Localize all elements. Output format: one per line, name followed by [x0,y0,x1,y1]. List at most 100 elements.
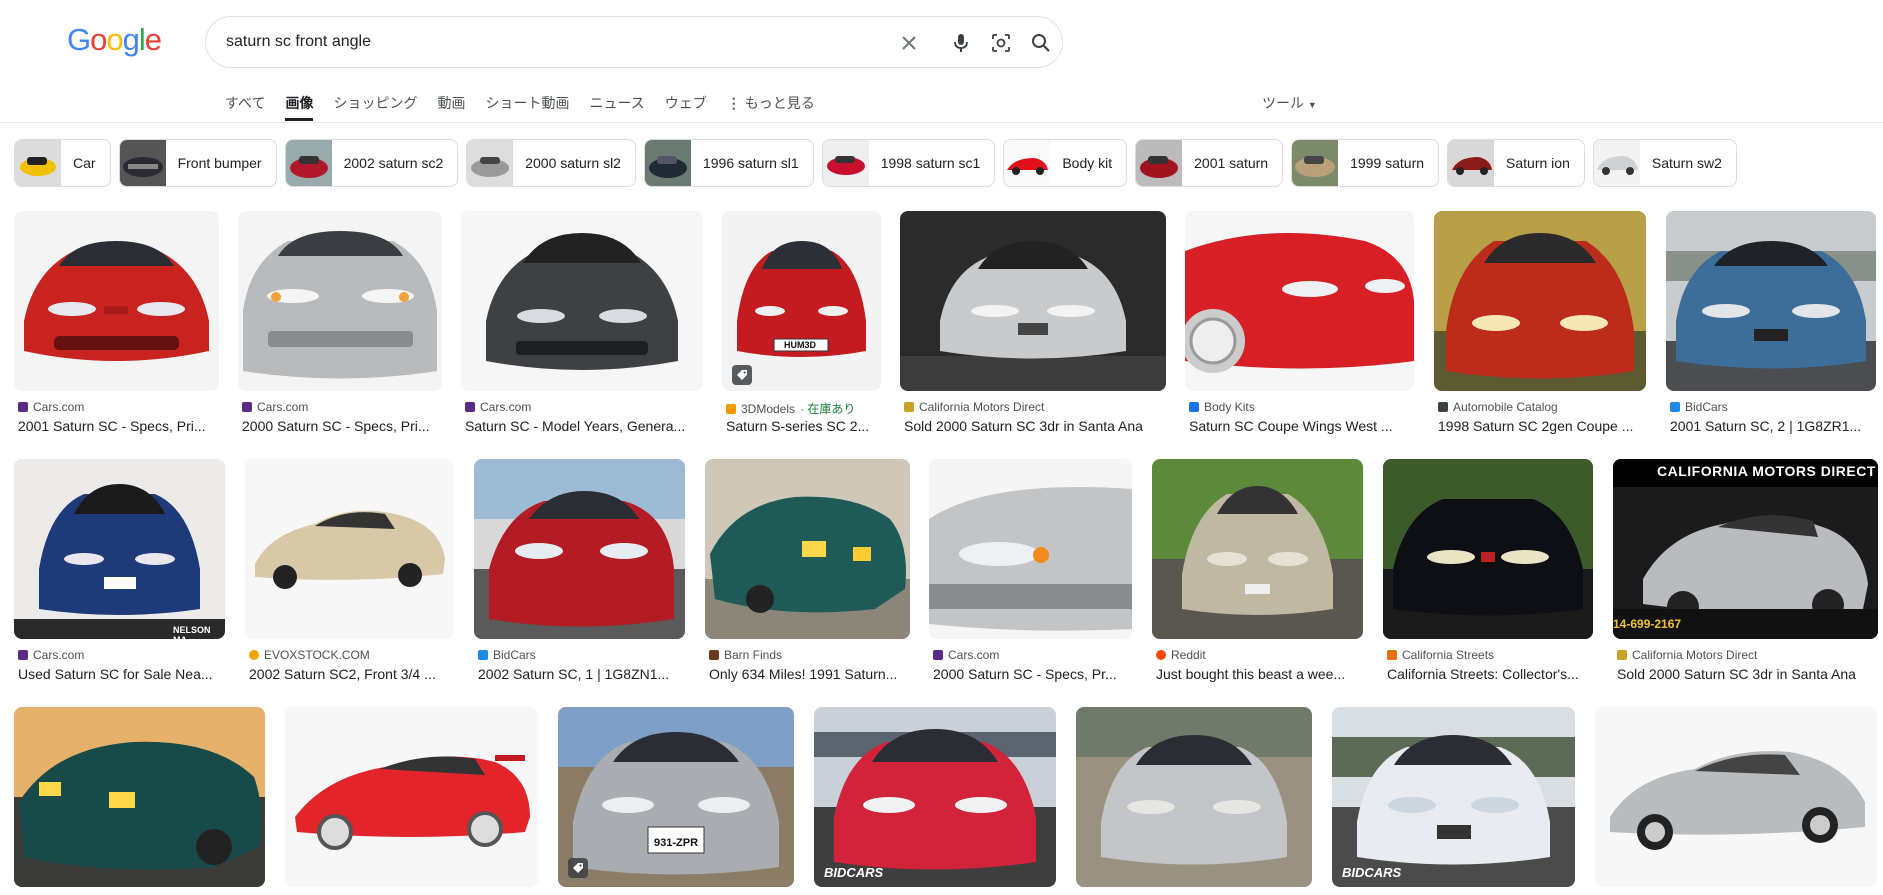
search-icon[interactable] [1028,30,1054,56]
result-title[interactable]: 2000 Saturn SC - Specs, Pr... [933,666,1132,682]
result-image [1613,459,1878,639]
result-source[interactable]: California Motors Direct [904,400,1044,414]
image-result[interactable]: NELSON MA Cars.com Used Saturn SC for Sa… [14,459,225,684]
image-result[interactable]: Cars.com 2001 Saturn SC - Specs, Pri... [14,211,219,436]
chip[interactable]: Body kit [1003,139,1128,187]
image-result[interactable]: Automobile Catalog 1998 Saturn SC 2gen C… [1434,211,1646,436]
tab-images[interactable]: 画像 [285,91,314,121]
result-source[interactable]: Cars.com [18,648,84,662]
image-result[interactable]: BidCars 2002 Saturn SC, 1 | 1G8ZN1... [474,459,685,684]
result-source[interactable]: California Motors Direct [1617,648,1757,662]
more-vert-icon: ⋮ [726,95,741,111]
chip[interactable]: 1999 saturn [1291,139,1440,187]
chip-thumbnail [1004,140,1051,186]
favicon-icon [465,402,475,412]
image-result[interactable]: California Streets California Streets: C… [1383,459,1593,684]
result-source[interactable]: BidCars [478,648,536,662]
tab-more-label: もっと見る [744,95,815,111]
result-title[interactable]: Saturn SC - Model Years, Genera... [465,418,703,434]
favicon-icon [1438,402,1448,412]
image-result[interactable]: Cars.com Saturn SC - Model Years, Genera… [461,211,703,436]
image-result[interactable]: Cars.com 2000 Saturn SC - Specs, Pr... [929,459,1132,684]
image-result[interactable] [14,707,265,887]
chip[interactable]: 2000 saturn sl2 [466,139,636,187]
result-source[interactable]: 3DModels · 在庫あり [726,400,855,417]
chip-label: Saturn sw2 [1651,155,1722,171]
chip[interactable]: Saturn sw2 [1592,139,1737,187]
result-image [14,459,225,639]
image-result[interactable]: 931-ZPR [558,707,794,887]
chip[interactable]: Car [14,139,111,187]
image-result[interactable]: BIDCARS [814,707,1056,887]
result-source[interactable]: Automobile Catalog [1438,400,1558,414]
chip[interactable]: 2002 saturn sc2 [284,139,459,187]
result-title[interactable]: Sold 2000 Saturn SC 3dr in Santa Ana [904,418,1166,434]
tools-button[interactable]: ツール ▼ [1262,93,1317,113]
tab-videos[interactable]: 動画 [437,91,465,121]
result-title[interactable]: 2002 Saturn SC2, Front 3/4 ... [249,666,454,682]
chip-thumbnail [1593,140,1640,186]
product-tag-icon [568,858,588,878]
result-source[interactable]: Cars.com [933,648,999,662]
image-result[interactable] [285,707,538,887]
image-result[interactable]: HUM3D 3DModels · 在庫あり Saturn S-series SC… [722,211,881,436]
result-source[interactable]: Reddit [1156,648,1206,662]
image-result[interactable] [1595,707,1877,887]
image-result[interactable]: BidCars 2001 Saturn SC, 2 | 1G8ZR1... [1666,211,1876,436]
result-title[interactable]: Used Saturn SC for Sale Nea... [18,666,225,682]
image-result[interactable]: EVOXSTOCK.COM 2002 Saturn SC2, Front 3/4… [245,459,454,684]
result-source[interactable]: Body Kits [1189,400,1255,414]
favicon-icon [904,402,914,412]
chip-label: 2000 saturn sl2 [525,155,621,171]
result-source[interactable]: Cars.com [18,400,84,414]
microphone-icon[interactable] [948,30,974,56]
result-title[interactable]: 1998 Saturn SC 2gen Coupe ... [1438,418,1646,434]
result-source-name: BidCars [493,648,536,662]
chip[interactable]: Saturn ion [1447,139,1585,187]
result-source[interactable]: Barn Finds [709,648,782,662]
result-title[interactable]: 2002 Saturn SC, 1 | 1G8ZN1... [478,666,685,682]
result-title[interactable]: California Streets: Collector's... [1387,666,1593,682]
result-source[interactable]: EVOXSTOCK.COM [249,648,370,662]
result-title[interactable]: Just bought this beast a wee... [1156,666,1363,682]
result-title[interactable]: 2001 Saturn SC - Specs, Pri... [18,418,218,434]
close-icon[interactable] [896,30,922,56]
image-result[interactable]: Body Kits Saturn SC Coupe Wings West ... [1185,211,1414,436]
search-input[interactable] [226,33,866,51]
image-result[interactable]: BIDCARS [1332,707,1575,887]
result-title[interactable]: Only 634 Miles! 1991 Saturn... [709,666,910,682]
camera-lens-icon[interactable] [988,30,1014,56]
result-title[interactable]: Saturn SC Coupe Wings West ... [1189,418,1414,434]
image-result[interactable]: CALIFORNIA MOTORS DIRECT 14-699-2167 Cal… [1613,459,1878,684]
tab-shopping[interactable]: ショッピング [333,91,417,121]
chip[interactable]: 2001 saturn [1135,139,1284,187]
chip[interactable]: 1998 saturn sc1 [821,139,996,187]
chip[interactable]: Front bumper [118,139,277,187]
result-source-name: Automobile Catalog [1453,400,1558,414]
tab-more[interactable]: ⋮ もっと見る [727,91,815,121]
image-result[interactable] [1076,707,1312,887]
tab-short-videos[interactable]: ショート動画 [485,91,569,121]
tab-web[interactable]: ウェブ [665,91,707,121]
result-title[interactable]: Sold 2000 Saturn SC 3dr in Santa Ana [1617,666,1878,682]
image-result[interactable]: California Motors Direct Sold 2000 Satur… [900,211,1166,436]
image-result[interactable]: Barn Finds Only 634 Miles! 1991 Saturn..… [705,459,910,684]
chip-label: 1999 saturn [1350,155,1425,171]
image-result[interactable]: Cars.com 2000 Saturn SC - Specs, Pri... [238,211,442,436]
chip-label: Saturn ion [1506,155,1570,171]
tab-all[interactable]: すべて [225,91,265,121]
result-image [285,707,538,887]
result-title[interactable]: 2001 Saturn SC, 2 | 1G8ZR1... [1670,418,1870,434]
result-source-name: California Motors Direct [1632,648,1758,662]
result-image [929,459,1132,639]
chip[interactable]: 1996 saturn sl1 [643,139,814,187]
result-title[interactable]: Saturn S-series SC 2... [726,418,881,434]
tab-news[interactable]: ニュース [589,91,644,121]
result-source[interactable]: Cars.com [242,400,308,414]
result-source[interactable]: BidCars [1670,400,1728,414]
image-result[interactable]: Reddit Just bought this beast a wee... [1152,459,1363,684]
google-logo[interactable]: Google [67,22,162,58]
result-title[interactable]: 2000 Saturn SC - Specs, Pri... [242,418,442,434]
result-source[interactable]: California Streets [1387,648,1494,662]
result-source[interactable]: Cars.com [465,400,531,414]
